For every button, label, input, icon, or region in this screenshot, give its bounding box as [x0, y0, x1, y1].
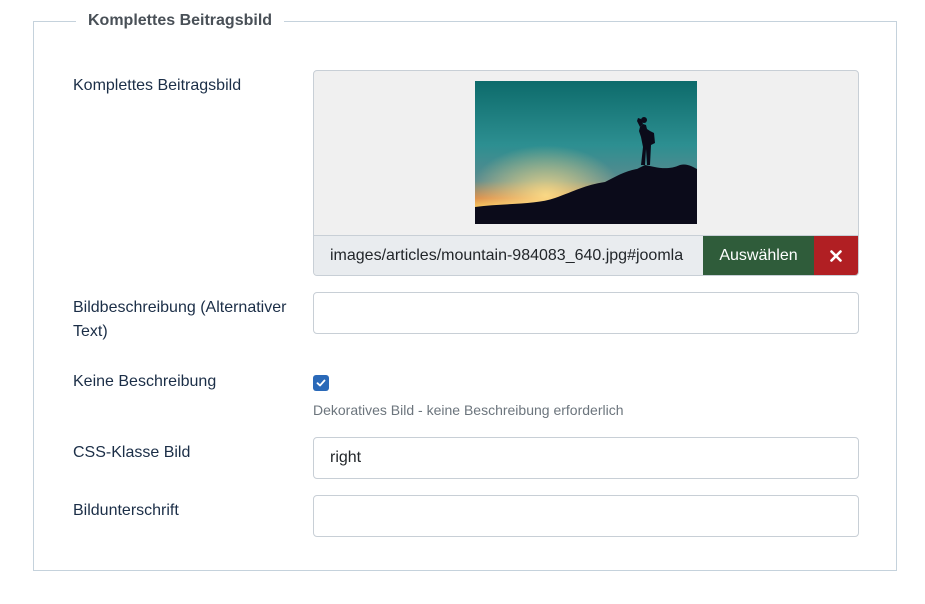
alt-text-input[interactable]: [313, 292, 859, 334]
full-image-label: Komplettes Beitragsbild: [73, 77, 242, 94]
no-description-label: Keine Beschreibung: [73, 373, 217, 390]
caption-label: Bildunterschrift: [73, 502, 179, 519]
css-class-label: CSS-Klasse Bild: [73, 444, 191, 461]
alt-text-label: Bildbeschreibung (Alternativer Text): [73, 299, 287, 340]
no-description-checkbox[interactable]: [313, 375, 329, 391]
media-path-bar: Auswählen: [314, 235, 858, 275]
close-icon: [830, 250, 842, 262]
media-field: Auswählen: [313, 70, 859, 276]
image-path-input[interactable]: [314, 236, 703, 275]
select-image-button[interactable]: Auswählen: [703, 236, 814, 275]
css-class-input[interactable]: [313, 437, 859, 479]
fieldset-legend: Komplettes Beitragsbild: [76, 10, 285, 32]
caption-input[interactable]: [313, 495, 859, 537]
no-description-help: Dekoratives Bild - keine Beschreibung er…: [313, 402, 624, 418]
check-icon: [316, 379, 326, 387]
image-preview: [475, 81, 697, 224]
clear-image-button[interactable]: [814, 236, 858, 275]
